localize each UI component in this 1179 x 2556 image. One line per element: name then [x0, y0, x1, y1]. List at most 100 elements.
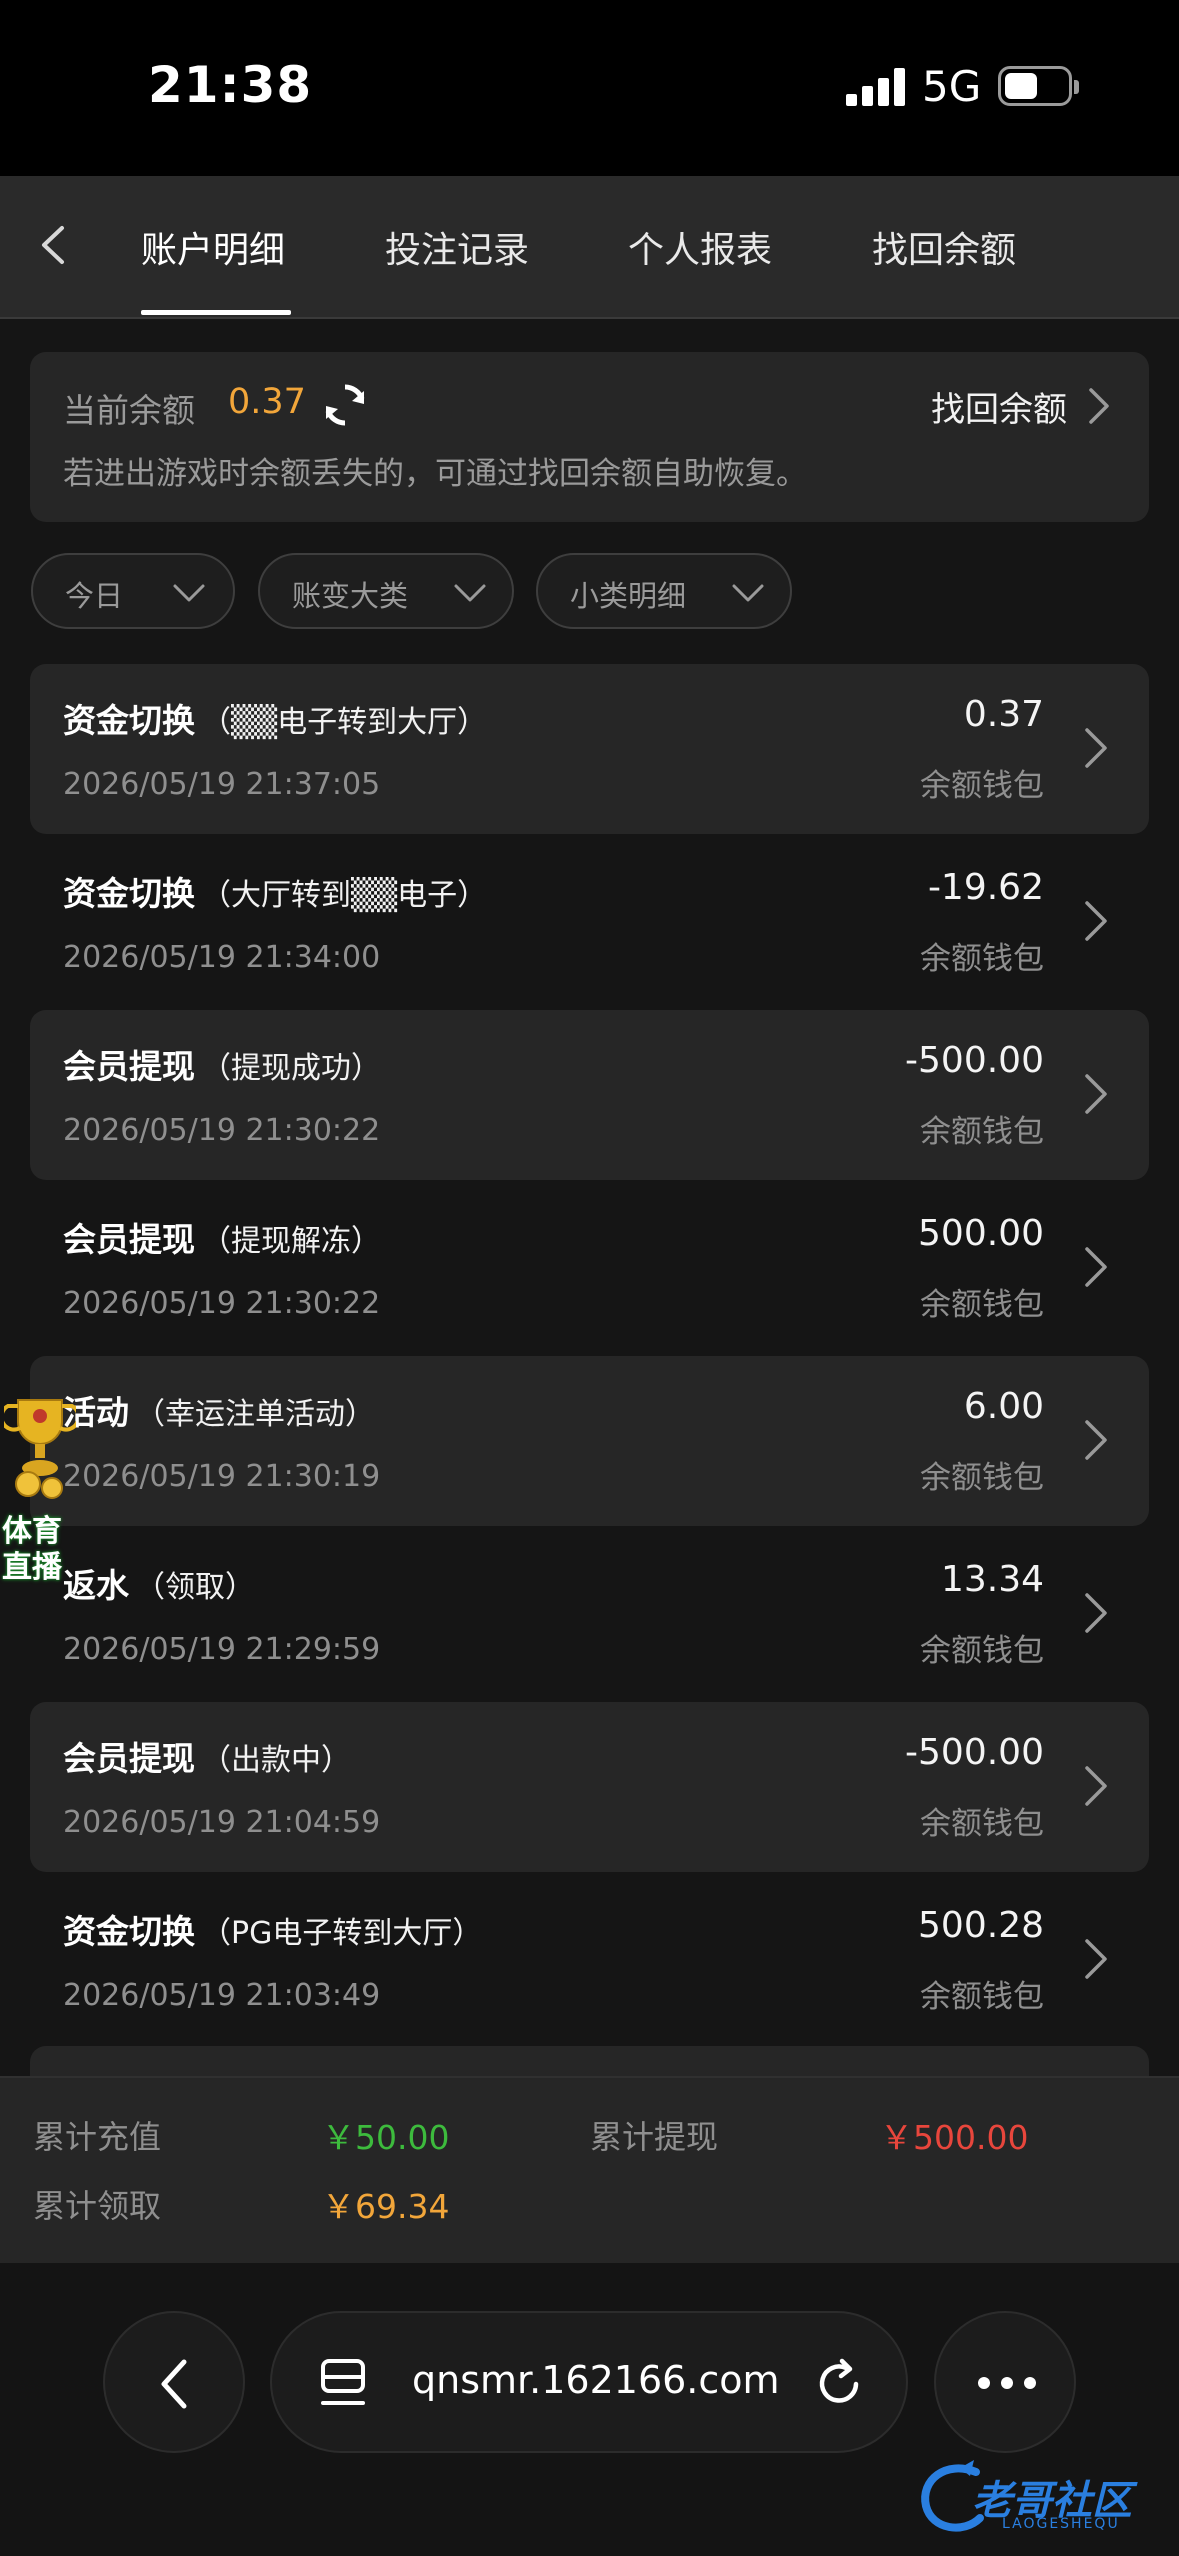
transaction-amount: 500.28 [918, 1905, 1044, 1946]
balance-card: 当前余额 0.37 找回余额 若进出游戏时余额丢失的，可通过找回余额自助恢复。 [30, 352, 1149, 522]
transaction-amount: -500.00 [905, 1040, 1044, 1081]
transaction-row[interactable]: 会员提现 （提现成功） 2026/05/19 21:30:22 -500.00 余… [30, 1010, 1149, 1180]
claim-total-label: 累计领取 [33, 2187, 162, 2225]
transaction-detail: （提现解冻） [201, 1224, 381, 1259]
summary-bar: 累计充值 ￥50.00 累计提现 ￥500.00 累计领取 ￥69.34 [0, 2076, 1179, 2263]
transaction-row[interactable]: 资金切换 （大厅转到▒▒电子） 2026/05/19 21:34:00 -19.6… [30, 837, 1149, 1007]
refresh-icon[interactable] [322, 382, 368, 428]
browser-more-button[interactable] [934, 2311, 1076, 2453]
transaction-time: 2026/05/19 21:30:19 [63, 1459, 381, 1494]
active-tab-indicator [141, 310, 291, 315]
chevron-right-icon [1085, 1074, 1107, 1114]
transaction-type: 资金切换 [63, 874, 195, 913]
recover-balance-link[interactable]: 找回余额 [931, 382, 1067, 431]
filter-category-label: 账变大类 [292, 579, 409, 613]
transaction-wallet: 余额钱包 [920, 1979, 1044, 2015]
transaction-row[interactable]: 返水 （领取） 2026/05/19 21:29:59 13.34 余额钱包 [30, 1529, 1149, 1699]
transaction-detail: （提现成功） [201, 1051, 381, 1086]
transaction-wallet: 余额钱包 [920, 1460, 1044, 1496]
reload-icon[interactable] [812, 2357, 866, 2411]
chevron-right-icon [1085, 728, 1107, 768]
back-arrow-icon [161, 2359, 187, 2409]
recharge-total-label: 累计充值 [33, 2118, 162, 2156]
status-bar: 21:38 5G [0, 0, 1179, 176]
url-bar[interactable]: qnsmr.162166.com [270, 2311, 908, 2453]
promo-line1: 体育 [2, 1514, 62, 1549]
transaction-row[interactable]: 资金切换 （▒▒电子转到大厅） 2026/05/19 21:37:05 0.37 … [30, 664, 1149, 834]
transaction-amount: -500.00 [905, 1732, 1044, 1773]
transaction-time: 2026/05/19 21:30:22 [63, 1113, 381, 1148]
back-chevron-icon[interactable] [30, 220, 80, 270]
chevron-right-icon[interactable] [1085, 384, 1113, 428]
battery-icon [998, 66, 1079, 106]
transaction-detail: （出款中） [201, 1743, 351, 1778]
transaction-row[interactable]: 资金切换 （PG电子转到大厅） 2026/05/19 21:03:49 500.2… [30, 1875, 1149, 2045]
trophy-icon [4, 1399, 76, 1499]
withdraw-total-value: ￥500.00 [880, 2118, 1029, 2157]
chevron-right-icon [1085, 1247, 1107, 1287]
transaction-time: 2026/05/19 21:37:05 [63, 767, 381, 802]
transaction-wallet: 余额钱包 [920, 1806, 1044, 1842]
recharge-total-value: ￥50.00 [322, 2118, 450, 2157]
chevron-right-icon [1085, 1939, 1107, 1979]
transaction-wallet: 余额钱包 [920, 1633, 1044, 1669]
transaction-row[interactable]: 会员提现 （提现解冻） 2026/05/19 21:30:22 500.00 余额… [30, 1183, 1149, 1353]
balance-tip: 若进出游戏时余额丢失的，可通过找回余额自助恢复。 [63, 456, 807, 492]
chevron-right-icon [1085, 1420, 1107, 1460]
transaction-detail: （▒▒电子转到大厅） [201, 705, 488, 740]
signal-icon [846, 68, 906, 106]
top-nav: 账户明细 投注记录 个人报表 找回余额 [0, 176, 1179, 319]
transaction-time: 2026/05/19 21:04:59 [63, 1805, 381, 1840]
tab-recover-balance[interactable]: 找回余额 [872, 221, 1016, 273]
browser-back-button[interactable] [103, 2311, 245, 2453]
tab-personal-report[interactable]: 个人报表 [628, 221, 772, 273]
transaction-amount: 13.34 [940, 1559, 1044, 1600]
chevron-down-icon [732, 584, 764, 602]
filter-date-label: 今日 [65, 579, 124, 613]
transaction-type: 资金切换 [63, 701, 195, 740]
transaction-detail: （大厅转到▒▒电子） [201, 878, 488, 913]
transaction-time: 2026/05/19 21:03:49 [63, 1978, 381, 2013]
balance-value: 0.37 [228, 382, 306, 422]
transaction-time: 2026/05/19 21:30:22 [63, 1286, 381, 1321]
watermark-subtext: LAOGESHEQU [1002, 2516, 1120, 2532]
transaction-wallet: 余额钱包 [920, 941, 1044, 977]
more-dots-icon [978, 2377, 1036, 2389]
tab-bet-records[interactable]: 投注记录 [385, 221, 529, 273]
transaction-time: 2026/05/19 21:29:59 [63, 1632, 381, 1667]
sports-live-promo[interactable]: 体育 直播 [0, 1392, 80, 1592]
transaction-wallet: 余额钱包 [920, 1114, 1044, 1150]
transaction-row-partial [30, 2046, 1149, 2076]
transaction-time: 2026/05/19 21:34:00 [63, 940, 381, 975]
status-time: 21:38 [148, 56, 313, 114]
transaction-type: 会员提现 [63, 1047, 195, 1086]
transaction-amount: 6.00 [963, 1386, 1044, 1427]
transaction-type: 会员提现 [63, 1739, 195, 1778]
transaction-row[interactable]: 活动 （幸运注单活动） 2026/05/19 21:30:19 6.00 余额钱包 [30, 1356, 1149, 1526]
promo-line2: 直播 [2, 1550, 62, 1585]
url-text: qnsmr.162166.com [412, 2358, 780, 2402]
filter-subcategory[interactable]: 小类明细 [536, 553, 792, 629]
filter-subcategory-label: 小类明细 [570, 579, 687, 613]
tabs-menu-icon[interactable] [320, 2357, 372, 2411]
transaction-detail: （PG电子转到大厅） [201, 1916, 483, 1951]
chevron-right-icon [1085, 1593, 1107, 1633]
chevron-down-icon [173, 584, 205, 602]
chevron-right-icon [1085, 901, 1107, 941]
chevron-right-icon [1085, 1766, 1107, 1806]
tab-account-details[interactable]: 账户明细 [141, 221, 285, 273]
transaction-detail: （领取） [135, 1570, 255, 1605]
network-type: 5G [922, 62, 982, 111]
transaction-amount: -19.62 [927, 867, 1044, 908]
withdraw-total-label: 累计提现 [590, 2118, 719, 2156]
transaction-row[interactable]: 会员提现 （出款中） 2026/05/19 21:04:59 -500.00 余额… [30, 1702, 1149, 1872]
chevron-down-icon [454, 584, 486, 602]
filter-date[interactable]: 今日 [31, 553, 235, 629]
watermark-logo: 老哥社区 LAOGESHEQU [910, 2450, 1172, 2550]
transaction-type: 会员提现 [63, 1220, 195, 1259]
transaction-amount: 500.00 [918, 1213, 1044, 1254]
transaction-amount: 0.37 [963, 694, 1044, 735]
filter-category[interactable]: 账变大类 [258, 553, 514, 629]
claim-total-value: ￥69.34 [322, 2187, 450, 2226]
transaction-detail: （幸运注单活动） [135, 1397, 375, 1432]
